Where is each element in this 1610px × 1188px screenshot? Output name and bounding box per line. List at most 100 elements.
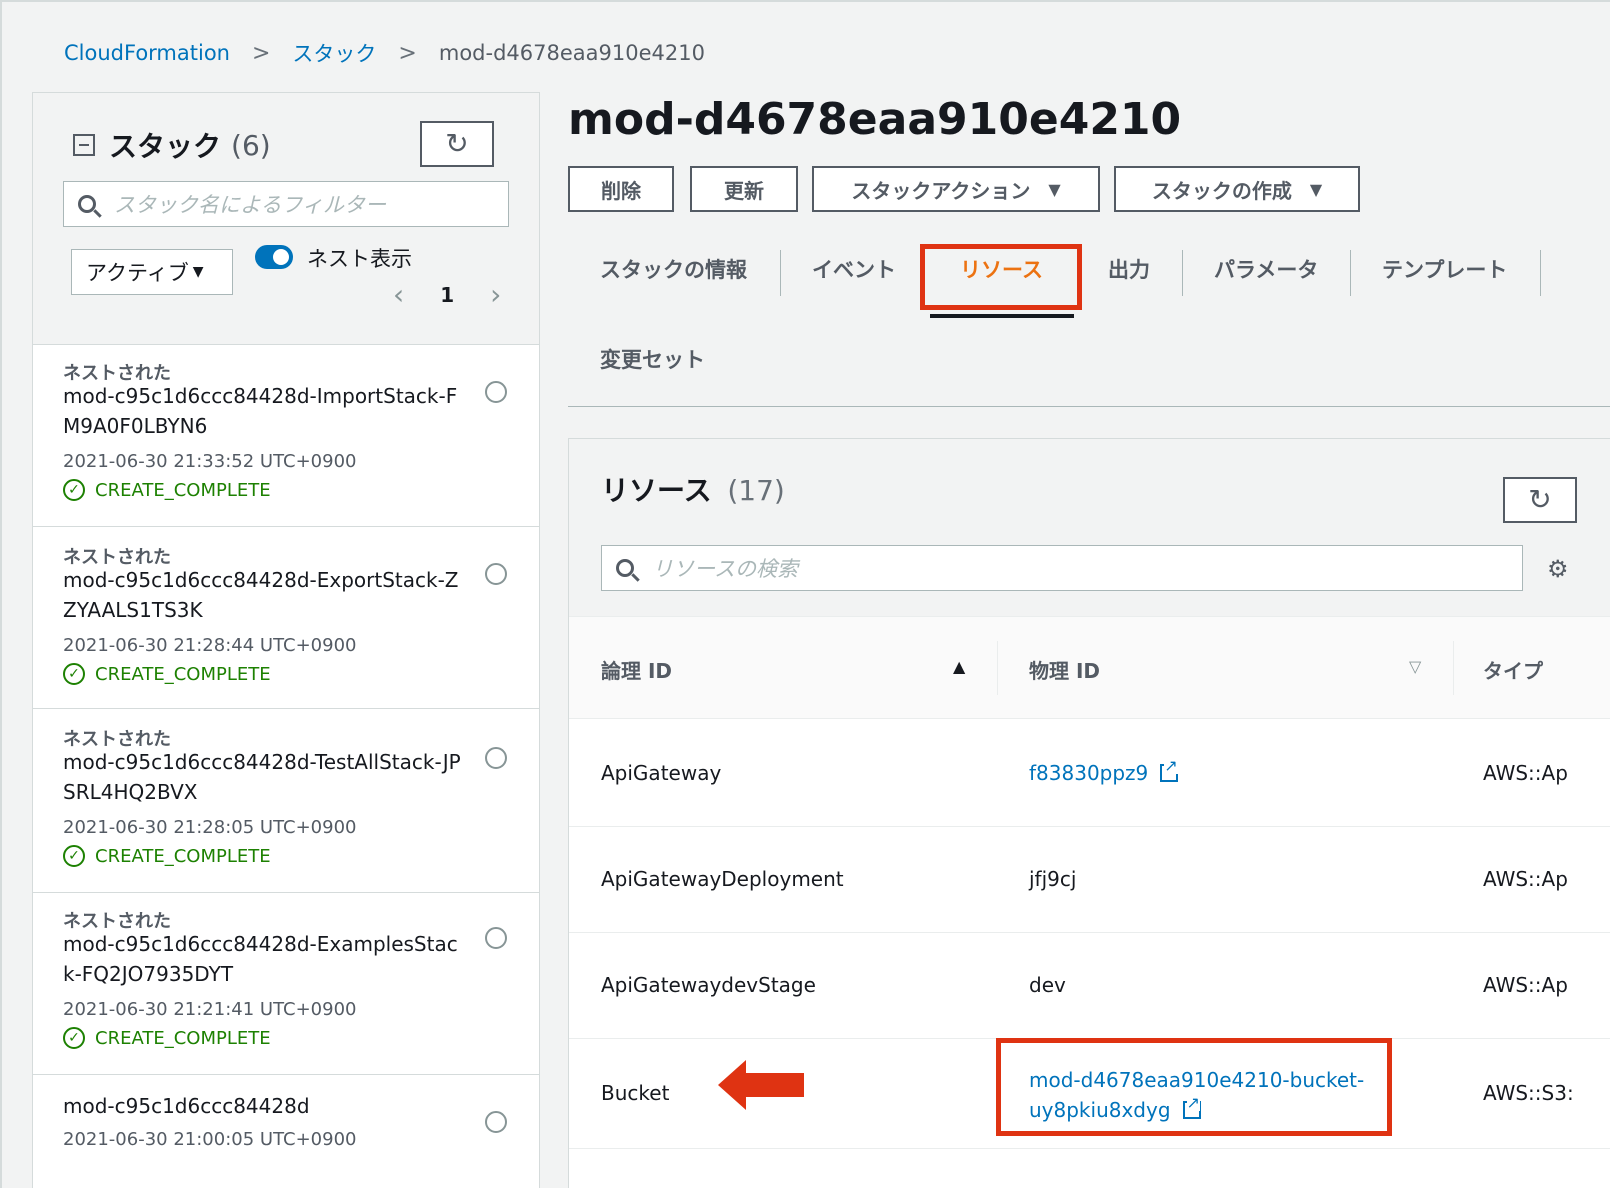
stack-select-radio[interactable] [485, 563, 507, 585]
column-type[interactable]: タイプ [1483, 655, 1543, 684]
check-circle-icon: ✓ [63, 1027, 85, 1049]
stack-time: 2021-06-30 21:21:41 UTC+0900 [63, 999, 357, 1020]
page-number[interactable]: 1 [440, 283, 454, 307]
caret-down-icon: ▼ [1309, 179, 1323, 199]
logical-id-cell: ApiGatewayDeployment [601, 867, 844, 891]
physical-id-cell: dev [1029, 973, 1066, 997]
refresh-icon: ↻ [445, 127, 469, 160]
resources-header: リソース (17) ↻ リソースの検索 ⚙ [569, 439, 1610, 617]
status-filter-dropdown[interactable]: アクティブ ▼ [71, 249, 233, 295]
check-circle-icon: ✓ [63, 845, 85, 867]
physical-id-text: f83830ppz9 [1029, 761, 1149, 785]
table-row: ApiGatewayDeployment jfj9cj AWS::Ap [569, 827, 1610, 933]
stacks-panel-title: スタック (6) [73, 125, 271, 165]
resource-search-placeholder: リソースの検索 [652, 557, 798, 581]
tab-events[interactable]: イベント [812, 254, 896, 284]
stack-list-item[interactable]: ネストされた mod-c95c1d6ccc84428d-TestAllStack… [33, 709, 539, 893]
status-filter-value: アクティブ [86, 261, 189, 285]
column-logical-id[interactable]: 論理 ID [601, 655, 672, 684]
tabs-divider [568, 406, 1610, 407]
stack-time: 2021-06-30 21:33:52 UTC+0900 [63, 451, 357, 472]
arrow-left-icon [718, 1060, 804, 1110]
stacks-panel: スタック (6) ↻ スタック名によるフィルター アクティブ ▼ ネスト表示 ‹… [32, 92, 540, 1188]
tab-changesets[interactable]: 変更セット [600, 344, 705, 374]
chevron-left-icon[interactable]: ‹ [393, 281, 404, 309]
physical-id-line2: uy8pkiu8xdyg [1029, 1098, 1171, 1122]
console-frame: CloudFormation > スタック > mod-d4678eaa910e… [0, 0, 1610, 1188]
update-button[interactable]: 更新 [690, 166, 798, 212]
nested-view-toggle[interactable] [255, 245, 293, 269]
stack-name: mod-c95c1d6ccc84428d-ExamplesStack-FQ2JO… [63, 932, 458, 986]
stack-actions-button[interactable]: スタックアクション ▼ [812, 166, 1100, 212]
stack-status-text: CREATE_COMPLETE [95, 479, 271, 501]
pagination: ‹ 1 › [393, 281, 501, 309]
tab-parameters[interactable]: パラメータ [1214, 254, 1318, 284]
stack-status: ✓ CREATE_COMPLETE [63, 479, 271, 501]
resources-title-label: リソース [601, 474, 712, 507]
stack-status: ✓ CREATE_COMPLETE [63, 663, 271, 685]
type-cell: AWS::Ap [1483, 973, 1568, 997]
stack-select-radio[interactable] [485, 1111, 507, 1133]
column-physical-id[interactable]: 物理 ID [1029, 655, 1100, 684]
delete-button[interactable]: 削除 [568, 166, 674, 212]
tab-stack-info[interactable]: スタックの情報 [600, 254, 747, 284]
breadcrumb-current: mod-d4678eaa910e4210 [438, 41, 705, 65]
stacks-refresh-button[interactable]: ↻ [420, 121, 494, 167]
logical-id-cell: Bucket [601, 1081, 670, 1105]
physical-id-line2-wrap: uy8pkiu8xdyg [1029, 1095, 1364, 1125]
update-label: 更新 [724, 178, 764, 203]
chevron-right-icon[interactable]: › [490, 281, 501, 309]
external-link-icon [1160, 758, 1179, 782]
resource-search-input[interactable]: リソースの検索 [601, 545, 1523, 591]
search-icon [616, 559, 634, 577]
stack-list-item[interactable]: ネストされた mod-c95c1d6ccc84428d-ExamplesStac… [33, 893, 539, 1075]
stack-status-text: CREATE_COMPLETE [95, 845, 271, 867]
tab-divider [1350, 250, 1351, 296]
stack-list-item[interactable]: mod-c95c1d6ccc84428d 2021-06-30 21:00:05… [33, 1075, 539, 1188]
stack-time: 2021-06-30 21:00:05 UTC+0900 [63, 1129, 357, 1150]
physical-id-cell: jfj9cj [1029, 867, 1077, 891]
collapse-icon[interactable] [73, 134, 95, 156]
stack-filter-input[interactable]: スタック名によるフィルター [63, 181, 509, 227]
stack-name: mod-c95c1d6ccc84428d [63, 1094, 310, 1118]
physical-id-link[interactable]: f83830ppz9 [1029, 758, 1179, 785]
sort-ascending-icon[interactable]: ▲ [953, 657, 965, 676]
sort-descending-icon[interactable]: ▽ [1409, 657, 1421, 676]
stack-status: ✓ CREATE_COMPLETE [63, 1027, 271, 1049]
column-divider [997, 641, 998, 695]
physical-id-link[interactable]: mod-d4678eaa910e4210-bucket- uy8pkiu8xdy… [1029, 1065, 1364, 1125]
resources-refresh-button[interactable]: ↻ [1503, 477, 1577, 523]
create-stack-button[interactable]: スタックの作成 ▼ [1114, 166, 1360, 212]
resources-count: (17) [727, 474, 785, 507]
check-circle-icon: ✓ [63, 663, 85, 685]
breadcrumb-stacks[interactable]: スタック [292, 38, 376, 68]
stack-actions-label: スタックアクション [851, 178, 1031, 203]
type-cell: AWS::Ap [1483, 761, 1568, 785]
page-title: mod-d4678eaa910e4210 [568, 94, 1182, 145]
stack-select-radio[interactable] [485, 747, 507, 769]
type-cell: AWS::Ap [1483, 867, 1568, 891]
tab-divider [1182, 250, 1183, 296]
stack-select-radio[interactable] [485, 927, 507, 949]
gear-icon[interactable]: ⚙ [1547, 555, 1569, 583]
stack-name: mod-c95c1d6ccc84428d-TestAllStack-JPSRL4… [63, 750, 461, 804]
stack-list-item[interactable]: ネストされた mod-c95c1d6ccc84428d-ImportStack-… [33, 345, 539, 527]
tab-template[interactable]: テンプレート [1382, 254, 1507, 284]
breadcrumb-cloudformation[interactable]: CloudFormation [64, 41, 230, 65]
external-link-icon [1182, 1095, 1201, 1119]
refresh-icon: ↻ [1528, 483, 1552, 516]
tab-outputs[interactable]: 出力 [1108, 254, 1150, 284]
breadcrumb: CloudFormation > スタック > mod-d4678eaa910e… [64, 38, 705, 68]
stacks-panel-header: スタック (6) ↻ スタック名によるフィルター アクティブ ▼ ネスト表示 ‹… [33, 93, 539, 345]
stack-status-text: CREATE_COMPLETE [95, 663, 271, 685]
tab-divider [1540, 250, 1541, 296]
resources-title: リソース (17) [601, 469, 785, 509]
tab-resources[interactable]: リソース [960, 254, 1043, 284]
caret-down-icon: ▼ [192, 264, 204, 280]
create-stack-label: スタックの作成 [1151, 178, 1292, 203]
stack-list-item[interactable]: ネストされた mod-c95c1d6ccc84428d-ExportStack-… [33, 527, 539, 709]
stack-time: 2021-06-30 21:28:44 UTC+0900 [63, 635, 357, 656]
stacks-count: (6) [231, 128, 271, 162]
stack-select-radio[interactable] [485, 381, 507, 403]
table-row: ApiGatewaydevStage dev AWS::Ap [569, 933, 1610, 1039]
